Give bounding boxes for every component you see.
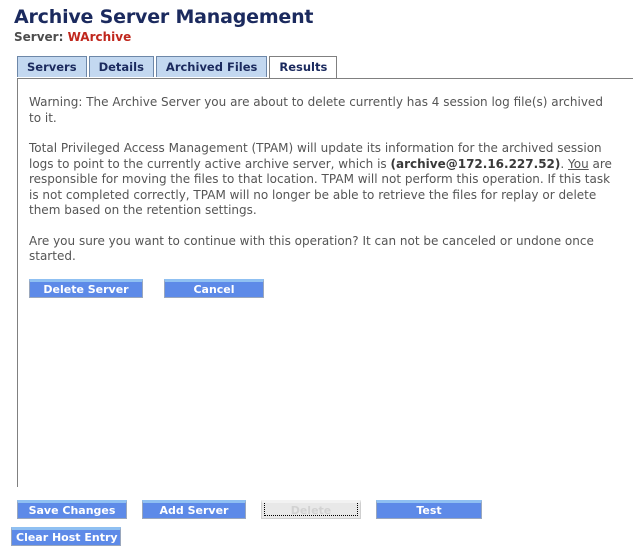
- tab-servers[interactable]: Servers: [17, 56, 87, 77]
- server-name-value: WArchive: [67, 30, 132, 44]
- tpam-explanation-text: Total Privileged Access Management (TPAM…: [29, 141, 617, 219]
- archive-server-address: (archive@172.16.227.52): [390, 156, 561, 171]
- explanation-part2: .: [560, 156, 569, 171]
- results-action-buttons: Delete Server Cancel: [29, 278, 617, 298]
- server-label: Server:: [14, 30, 64, 44]
- results-panel-body: Warning: The Archive Server you are abou…: [18, 79, 633, 298]
- tab-results[interactable]: Results: [269, 56, 338, 78]
- server-subtitle: Server: WArchive: [14, 30, 633, 45]
- tab-archived-files[interactable]: Archived Files: [155, 56, 268, 77]
- save-changes-button[interactable]: Save Changes: [17, 500, 127, 519]
- explanation-you-emphasis: You: [568, 156, 589, 171]
- delete-server-button[interactable]: Delete Server: [29, 278, 143, 298]
- delete-button-label: Delete: [290, 504, 332, 517]
- page-title: Archive Server Management: [14, 6, 314, 28]
- test-button[interactable]: Test: [376, 500, 482, 519]
- add-server-button[interactable]: Add Server: [142, 500, 246, 519]
- clear-host-entry-button[interactable]: Clear Host Entry: [11, 527, 121, 546]
- results-panel: Warning: The Archive Server you are abou…: [17, 78, 633, 487]
- tab-details[interactable]: Details: [88, 56, 154, 77]
- tab-bar: Servers Details Archived Files Results: [0, 56, 633, 78]
- bottom-toolbar-row-2: Clear Host Entry: [11, 527, 121, 546]
- cancel-button[interactable]: Cancel: [164, 278, 264, 298]
- bottom-toolbar-row-1: Save Changes Add Server Delete Test: [17, 500, 482, 519]
- warning-text: Warning: The Archive Server you are abou…: [29, 95, 603, 125]
- delete-button: Delete: [261, 500, 361, 519]
- page-header: Archive Server Management Server: WArchi…: [0, 0, 633, 45]
- confirmation-question: Are you sure you want to continue with t…: [29, 233, 594, 264]
